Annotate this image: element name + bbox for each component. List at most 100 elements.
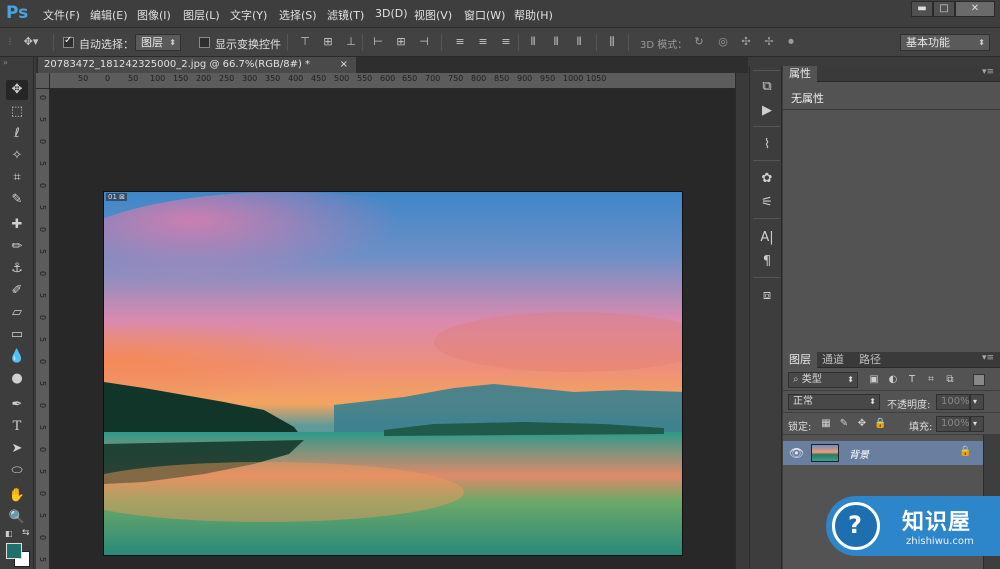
blur-tool-icon[interactable]: 💧 [6, 347, 28, 367]
vertical-ruler[interactable]: 0 5 0 5 0 5 0 5 0 5 0 5 0 5 0 5 0 5 0 5 … [36, 89, 50, 569]
workspace-dropdown[interactable]: 基本功能 ⬍ [900, 34, 990, 51]
dodge-tool-icon[interactable]: ● [6, 369, 28, 389]
minimize-button[interactable]: ▬ [911, 1, 933, 17]
character-icon[interactable]: A| [757, 229, 777, 247]
filter-adjustment-icon[interactable]: ◐ [886, 374, 900, 386]
menu-3d[interactable]: 3D(D) [375, 7, 408, 20]
zoom-tool-icon[interactable]: 🔍 [6, 508, 28, 528]
align-left-icon[interactable]: ⊢ [371, 36, 385, 48]
brush-presets-icon[interactable]: ✿ [757, 170, 777, 188]
align-bottom-icon[interactable]: ⊥ [344, 36, 358, 48]
align-hcenter-icon[interactable]: ⊞ [394, 36, 408, 48]
actions-play-icon[interactable]: ▶ [757, 102, 777, 120]
document-tab[interactable]: 20783472_181242325000_2.jpg @ 66.7%(RGB/… [38, 57, 356, 73]
auto-align-icon[interactable]: ⫼ [605, 36, 619, 48]
move-tool-preset-icon[interactable]: ✥▾ [20, 36, 42, 48]
fill-slider-toggle[interactable]: ▾ [970, 416, 984, 432]
history-icon[interactable]: ⧉ [757, 78, 777, 96]
swap-colors-icon[interactable]: ⇆ [22, 528, 30, 538]
opacity-slider-toggle[interactable]: ▾ [970, 394, 984, 410]
menu-type[interactable]: 文字(Y) [230, 7, 267, 23]
menu-select[interactable]: 选择(S) [279, 7, 317, 23]
layer-row-background[interactable]: 👁 背景 🔒 [783, 441, 983, 465]
tab-channels[interactable]: 通道 [816, 352, 850, 368]
default-colors-icon[interactable]: ◧ [5, 529, 13, 538]
ellipse-tool-icon[interactable]: ⬭ [6, 461, 28, 481]
close-tab-icon[interactable]: × [340, 57, 348, 73]
menu-edit[interactable]: 编辑(E) [90, 7, 128, 23]
filter-pixel-icon[interactable]: ▣ [867, 374, 881, 386]
distribute-top-icon[interactable]: ≡ [453, 36, 467, 48]
eraser-tool-icon[interactable]: ▱ [6, 303, 28, 323]
filter-smart-object-icon[interactable]: ⧉ [943, 374, 957, 386]
pen-tool-icon[interactable]: ✒ [6, 395, 28, 415]
distribute-bottom-icon[interactable]: ≡ [499, 36, 513, 48]
vertical-scrollbar[interactable] [735, 73, 748, 569]
panel-menu-icon[interactable]: ▾≡ [982, 353, 994, 363]
eye-icon[interactable]: 👁 [789, 446, 804, 460]
menu-file[interactable]: 文件(F) [43, 7, 80, 23]
foreground-color-swatch[interactable] [6, 543, 22, 559]
styles-icon[interactable]: ⧈ [757, 287, 777, 305]
filter-toggle[interactable] [973, 374, 985, 386]
lock-all-icon[interactable]: 🔒 [874, 418, 886, 430]
3d-slide-icon[interactable]: ✢ [762, 36, 776, 48]
distribute-hcenter-icon[interactable]: ⫴ [549, 36, 563, 48]
gradient-tool-icon[interactable]: ▭ [6, 325, 28, 345]
fill-input[interactable]: 100% [936, 416, 970, 432]
document-image[interactable]: 01 ⊠ [103, 191, 683, 556]
type-tool-icon[interactable]: T [6, 417, 28, 437]
lock-transparent-icon[interactable]: ▦ [820, 418, 832, 430]
hand-tool-icon[interactable]: ✋ [6, 486, 28, 506]
layer-filter-dropdown[interactable]: ⌕ 类型 ⬍ [788, 372, 858, 388]
lasso-tool-icon[interactable]: ℓ [6, 124, 28, 144]
healing-brush-tool-icon[interactable]: ✚ [6, 215, 28, 235]
3d-scale-icon[interactable]: ⏺ [784, 36, 798, 48]
maximize-button[interactable]: □ [933, 1, 955, 17]
menu-window[interactable]: 窗口(W) [464, 7, 505, 23]
tab-properties[interactable]: 属性 [783, 66, 817, 82]
lock-pixels-icon[interactable]: ✎ [838, 418, 850, 430]
3d-pan-icon[interactable]: ✣ [739, 36, 753, 48]
eyedropper-tool-icon[interactable]: ✎ [6, 190, 28, 210]
filter-type-icon[interactable]: T [905, 374, 919, 386]
3d-roll-icon[interactable]: ◎ [716, 36, 730, 48]
menu-filter[interactable]: 滤镜(T) [327, 7, 364, 23]
menu-layer[interactable]: 图层(L) [183, 7, 220, 23]
marquee-tool-icon[interactable]: ⬚ [6, 102, 28, 122]
opacity-input[interactable]: 100% [936, 394, 970, 410]
auto-select-target-dropdown[interactable]: 图层 ⬍ [135, 34, 181, 51]
show-transform-checkbox[interactable] [199, 37, 210, 48]
align-vcenter-icon[interactable]: ⊞ [321, 36, 335, 48]
move-tool-icon[interactable]: ✥ [6, 80, 28, 100]
auto-select-checkbox[interactable]: ✓ [63, 35, 74, 48]
align-top-icon[interactable]: ⊤ [298, 36, 312, 48]
distribute-left-icon[interactable]: ⫴ [526, 36, 540, 48]
align-right-icon[interactable]: ⊣ [417, 36, 431, 48]
horizontal-ruler[interactable]: 50 0 50 100 150 200 250 300 350 400 450 … [50, 73, 735, 89]
tab-paths[interactable]: 路径 [853, 352, 887, 368]
collapse-icon[interactable]: » [3, 58, 8, 67]
history-brush-tool-icon[interactable]: ✐ [6, 281, 28, 301]
filter-shape-icon[interactable]: ⌗ [924, 374, 938, 386]
path-selection-tool-icon[interactable]: ➤ [6, 439, 28, 459]
magic-wand-tool-icon[interactable]: ✧ [6, 146, 28, 166]
ruler-origin[interactable] [36, 73, 50, 89]
distribute-right-icon[interactable]: ⫴ [572, 36, 586, 48]
crop-tool-icon[interactable]: ⌗ [6, 168, 28, 188]
3d-rotate-icon[interactable]: ↻ [692, 36, 706, 48]
tab-layers[interactable]: 图层 [783, 352, 817, 368]
close-button[interactable]: ✕ [955, 1, 995, 17]
paths-icon[interactable]: ⌇ [757, 136, 777, 154]
brush-settings-icon[interactable]: ⚟ [757, 194, 777, 212]
distribute-vcenter-icon[interactable]: ≡ [476, 36, 490, 48]
brush-tool-icon[interactable]: ✏ [6, 237, 28, 257]
menu-view[interactable]: 视图(V) [414, 7, 452, 23]
menu-help[interactable]: 帮助(H) [514, 7, 553, 23]
blend-mode-dropdown[interactable]: 正常 ⬍ [788, 394, 880, 410]
clone-stamp-tool-icon[interactable]: ⚓ [6, 259, 28, 279]
panel-menu-icon[interactable]: ▾≡ [982, 67, 994, 77]
paragraph-icon[interactable]: ¶ [757, 253, 777, 271]
menu-image[interactable]: 图像(I) [137, 7, 171, 23]
lock-position-icon[interactable]: ✥ [856, 418, 868, 430]
